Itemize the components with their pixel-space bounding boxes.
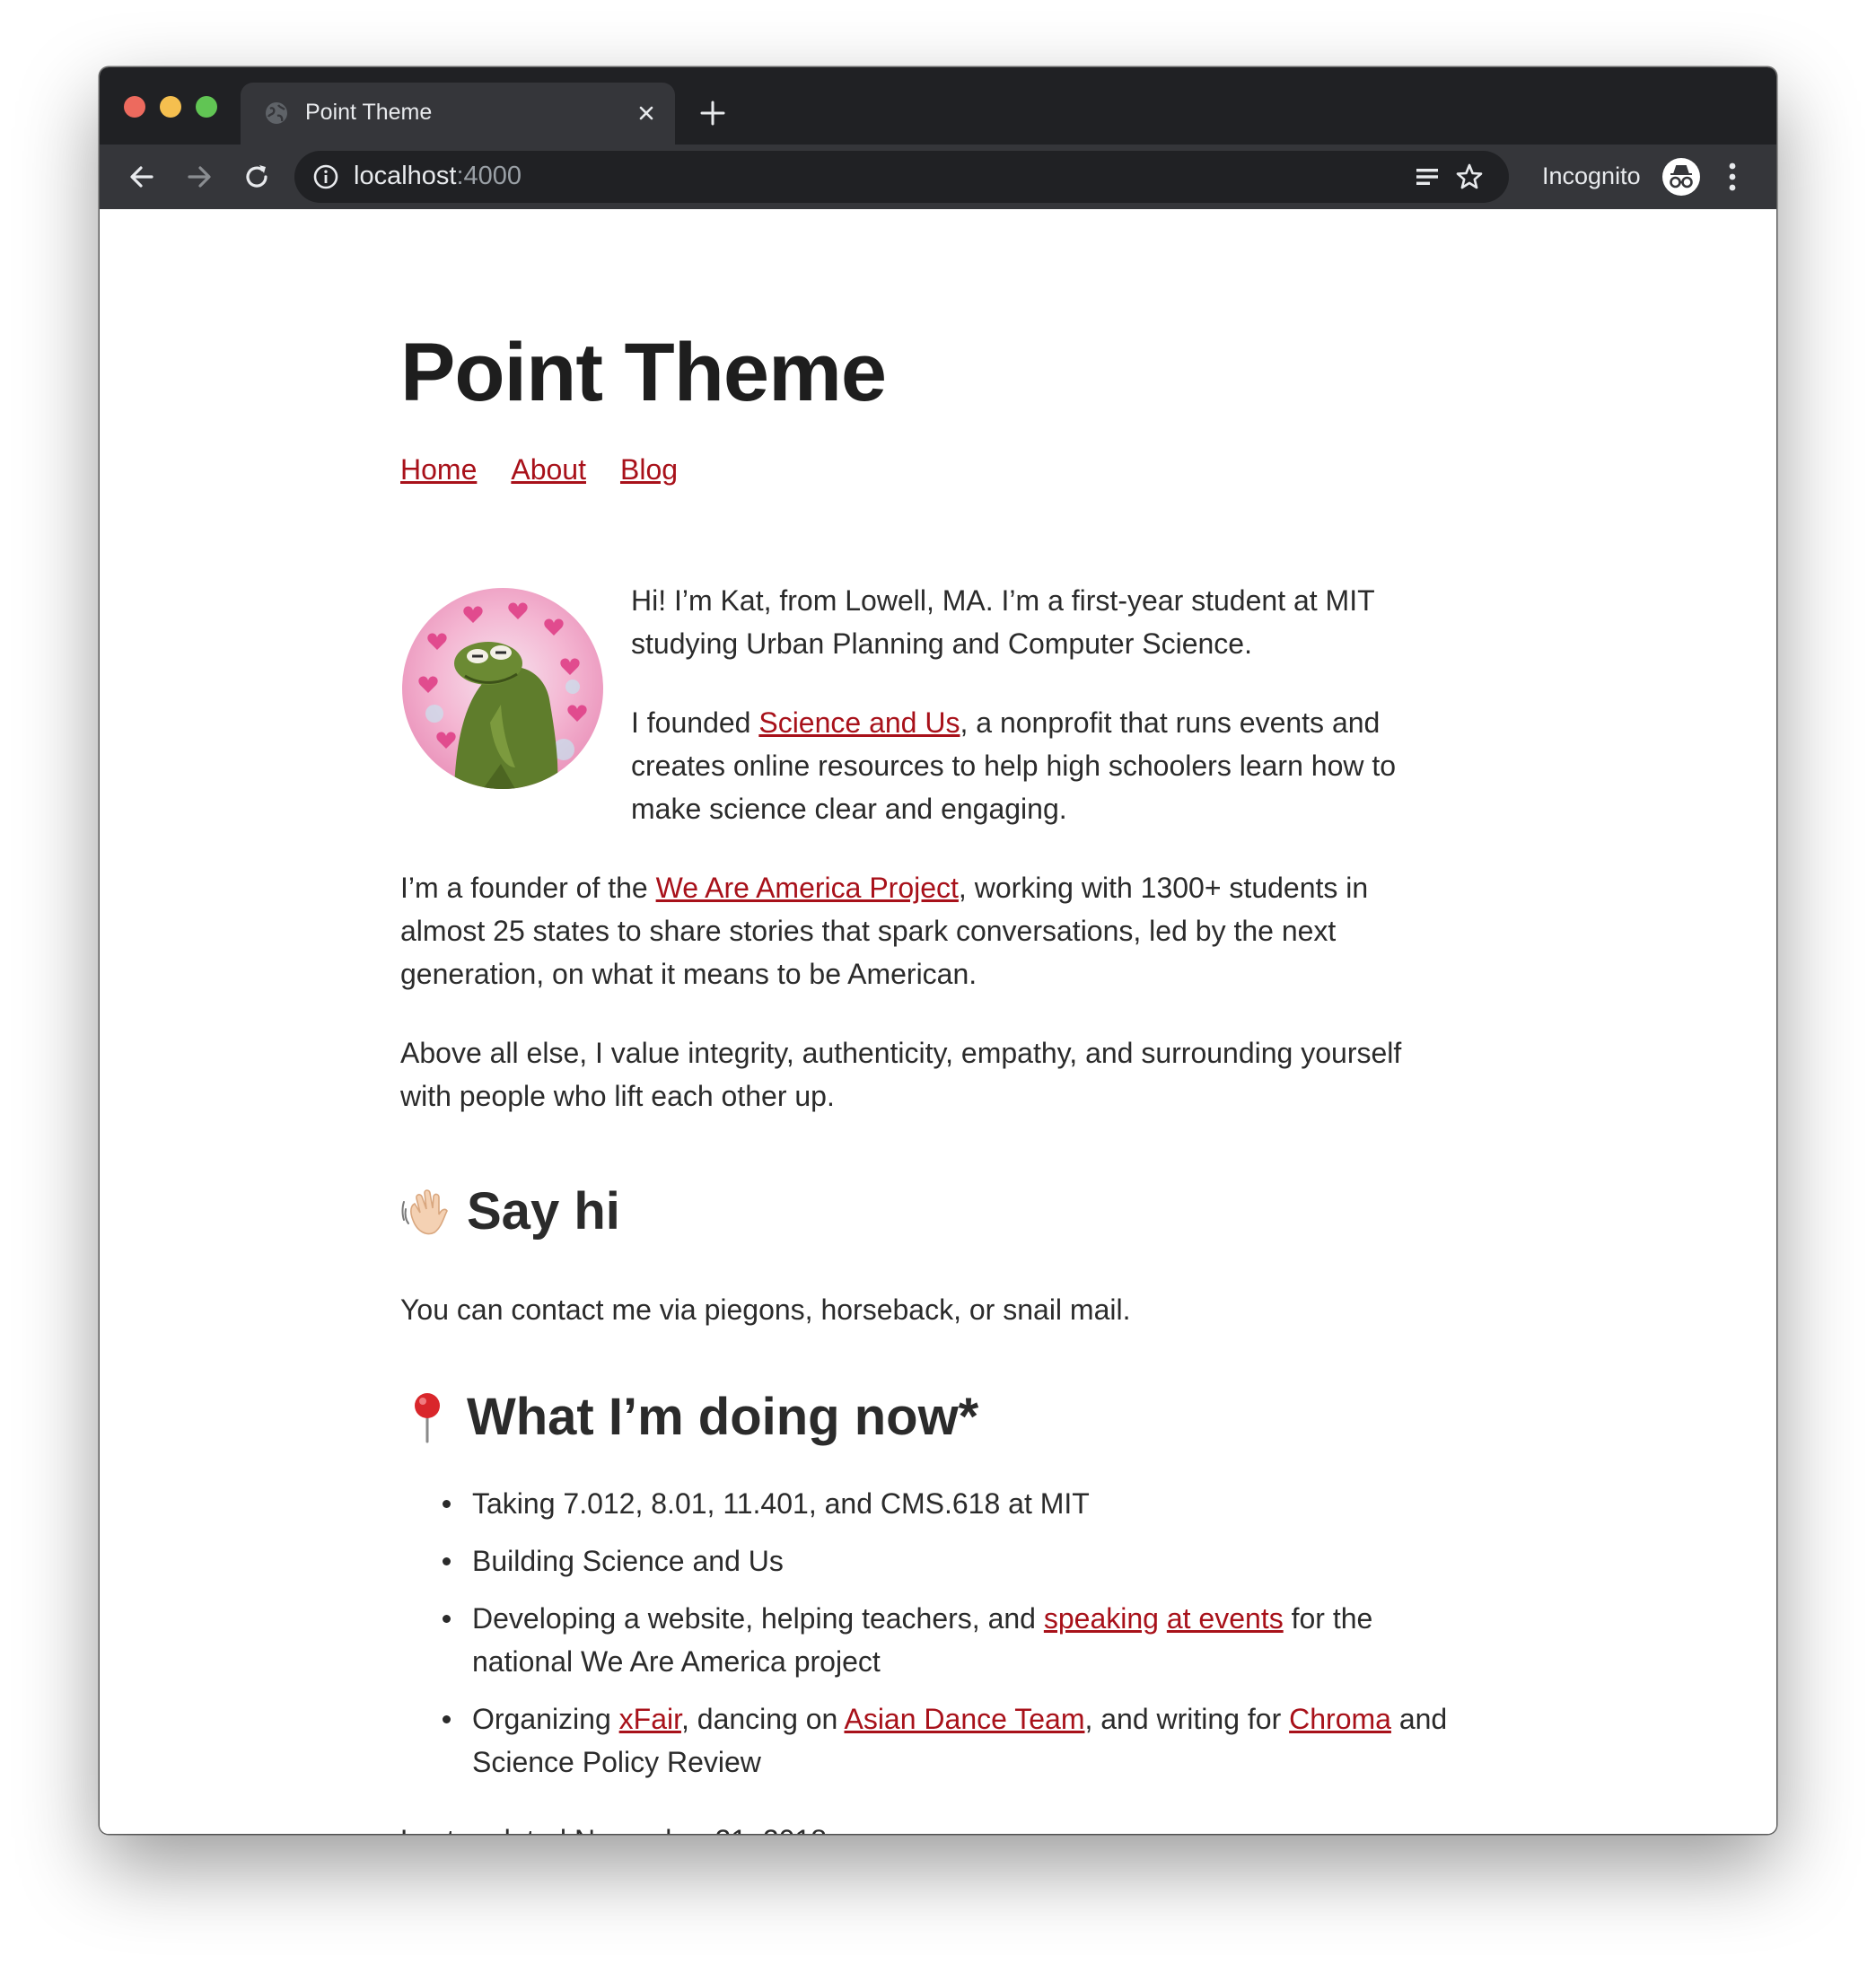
- now-item4-mid2: , and writing for: [1084, 1703, 1290, 1735]
- reload-icon[interactable]: [240, 160, 274, 194]
- contact-text: You can contact me via piegons, horsebac…: [400, 1293, 1131, 1326]
- round-pushpin-icon: [415, 1392, 440, 1442]
- now-item4-text: Organizing: [472, 1703, 619, 1735]
- url-text[interactable]: localhost:4000: [354, 162, 522, 191]
- nav-home-link[interactable]: Home: [400, 453, 477, 486]
- now-item4-mid1: , dancing on: [680, 1703, 845, 1735]
- science-and-us-link[interactable]: Science and Us: [758, 706, 960, 739]
- now-title: What I’m doing now*: [467, 1388, 979, 1446]
- bio-values: Above all else, I value integrity, authe…: [400, 1037, 1402, 1112]
- globe-icon: [266, 102, 287, 124]
- page-viewport[interactable]: Point Theme Home About Blog Hi! I’m Kat,…: [100, 209, 1776, 1834]
- at-events-link[interactable]: at events: [1167, 1602, 1284, 1635]
- reading-list-icon[interactable]: [1412, 162, 1442, 192]
- now-list: Taking 7.012, 8.01, 11.401, and CMS.618 …: [400, 1482, 1468, 1798]
- nav-about-link[interactable]: About: [511, 453, 586, 486]
- minimize-window-button[interactable]: [160, 96, 181, 118]
- last-updated: Last updated November 21, 2018: [400, 1819, 827, 1834]
- bio-founded: I founded Science and Us, a nonprofit th…: [631, 701, 1466, 830]
- chroma-link[interactable]: Chroma: [1289, 1703, 1391, 1735]
- site-title: Point Theme: [400, 327, 887, 418]
- avatar: [402, 588, 603, 789]
- url-port: :4000: [456, 162, 522, 190]
- list-item: Organizing xFair, dancing on Asian Dance…: [400, 1697, 1468, 1784]
- waving-hand-icon: [401, 1188, 448, 1234]
- url-host: localhost: [354, 162, 457, 190]
- incognito-label[interactable]: Incognito: [1542, 162, 1641, 190]
- bio-intro: Hi! I’m Kat, from Lowell, MA. I’m a firs…: [631, 584, 1375, 660]
- forward-arrow-icon[interactable]: [182, 160, 216, 194]
- speaking-link[interactable]: speaking: [1044, 1602, 1159, 1635]
- now-heading: What I’m doing now*: [400, 1387, 978, 1447]
- plus-icon[interactable]: [697, 98, 728, 128]
- browser-window: Point Theme localhost:4000 Incognito Poi…: [100, 67, 1776, 1834]
- close-icon[interactable]: [634, 101, 659, 126]
- say-hi-title: Say hi: [467, 1182, 620, 1241]
- asian-dance-team-link[interactable]: Asian Dance Team: [844, 1703, 1084, 1735]
- we-are-america-link[interactable]: We Are America Project: [656, 872, 959, 904]
- toolbar: localhost:4000 Incognito: [100, 145, 1776, 209]
- bio-america-text: I’m a founder of the: [400, 872, 656, 904]
- tab-strip: Point Theme: [100, 67, 1776, 145]
- now-item3-text: Developing a website, helping teachers, …: [472, 1602, 1044, 1635]
- tab-point-theme[interactable]: Point Theme: [241, 83, 675, 145]
- bio-america: I’m a founder of the We Are America Proj…: [400, 866, 1460, 995]
- close-window-button[interactable]: [124, 96, 145, 118]
- more-vert-icon[interactable]: [1726, 159, 1739, 195]
- tab-title: Point Theme: [305, 100, 433, 125]
- list-item: Developing a website, helping teachers, …: [400, 1597, 1468, 1683]
- list-item: Taking 7.012, 8.01, 11.401, and CMS.618 …: [400, 1482, 1468, 1525]
- site-nav: Home About Blog: [400, 453, 712, 487]
- list-item: Building Science and Us: [400, 1539, 1468, 1583]
- xfair-link[interactable]: xFair: [619, 1703, 681, 1735]
- incognito-icon[interactable]: [1662, 158, 1700, 196]
- address-bar[interactable]: localhost:4000: [294, 151, 1509, 203]
- info-icon[interactable]: [312, 163, 339, 190]
- back-arrow-icon[interactable]: [125, 160, 159, 194]
- bio-founded-text: I founded: [631, 706, 759, 739]
- star-icon[interactable]: [1454, 162, 1485, 192]
- nav-blog-link[interactable]: Blog: [620, 453, 678, 486]
- zoom-window-button[interactable]: [196, 96, 217, 118]
- say-hi-heading: Say hi: [400, 1181, 620, 1241]
